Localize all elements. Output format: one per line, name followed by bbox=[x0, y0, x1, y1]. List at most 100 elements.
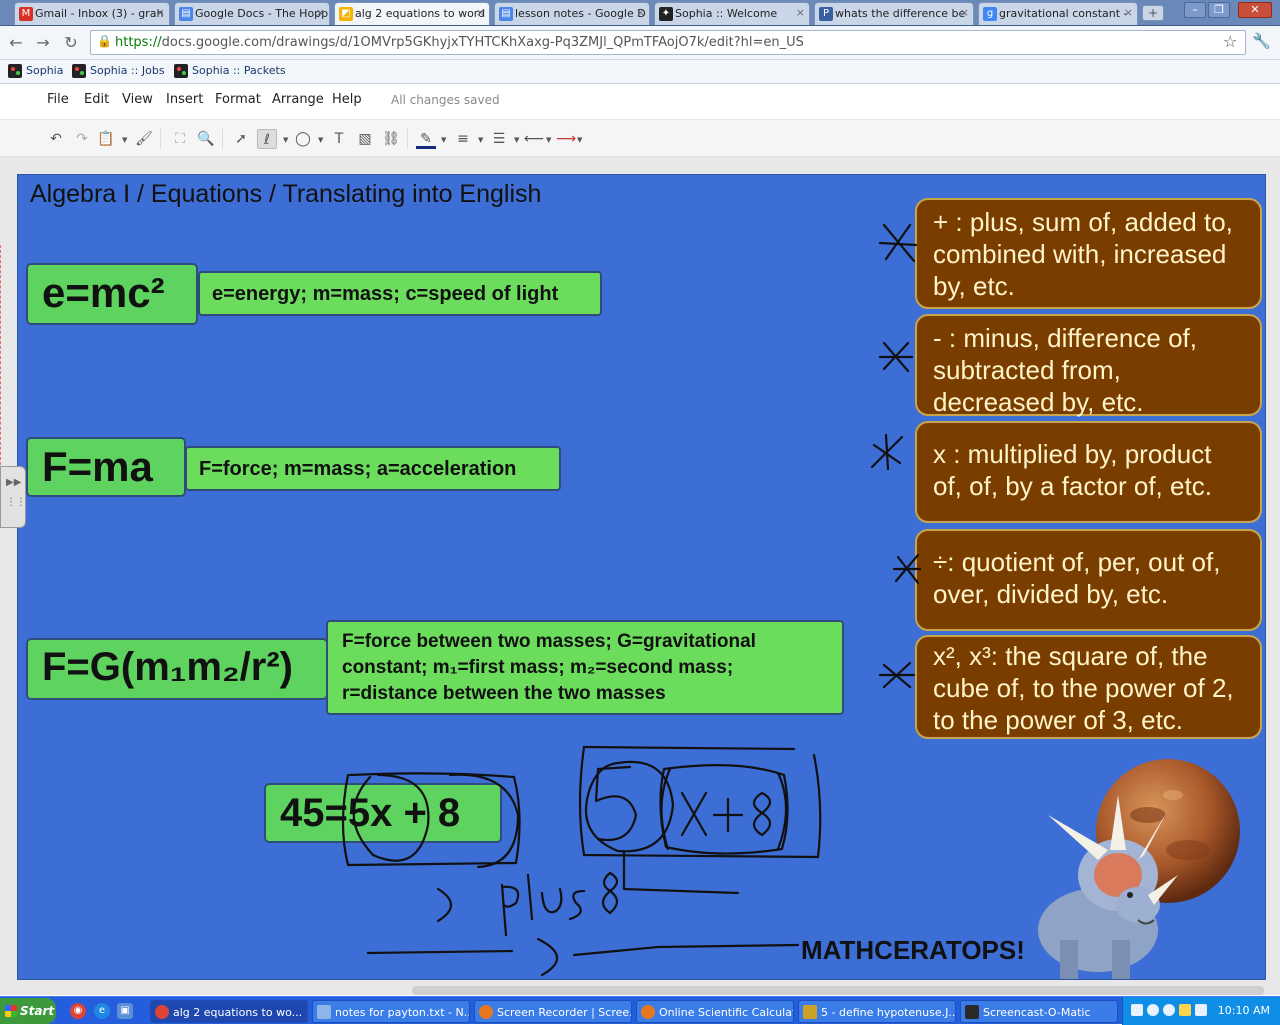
tray-icon[interactable] bbox=[1131, 1004, 1143, 1016]
chevron-down-icon[interactable]: ▼ bbox=[577, 136, 582, 144]
example-equation[interactable]: 45=5x + 8 bbox=[264, 783, 502, 843]
show-desktop-icon[interactable]: ▣ bbox=[117, 1003, 133, 1019]
chrome-icon bbox=[155, 1005, 169, 1019]
fit-icon[interactable]: ⛶ bbox=[170, 129, 190, 149]
url-input[interactable]: 🔒 https://docs.google.com/drawings/d/1OM… bbox=[90, 30, 1246, 55]
operation-multiplication[interactable]: x : multiplied by, product of, of, by a … bbox=[915, 421, 1262, 523]
bookmark-sophia-jobs[interactable]: Sophia :: Jobs bbox=[70, 64, 165, 78]
chevron-down-icon[interactable]: ▼ bbox=[441, 136, 446, 144]
tab-sophia[interactable]: ✦ Sophia :: Welcome × bbox=[654, 2, 810, 25]
formula-gravitation[interactable]: F=G(m₁m₂/r²) bbox=[26, 638, 328, 700]
start-label: Start bbox=[20, 1004, 55, 1018]
chevron-down-icon[interactable]: ▼ bbox=[283, 136, 288, 144]
bookmark-star-icon[interactable]: ☆ bbox=[1223, 32, 1237, 51]
close-icon[interactable]: × bbox=[316, 6, 325, 19]
link-icon[interactable]: ⛓ bbox=[381, 129, 401, 149]
sophia-icon: ✦ bbox=[659, 7, 673, 21]
chevron-down-icon[interactable]: ▼ bbox=[546, 136, 551, 144]
line-weight-icon[interactable]: ≡ bbox=[453, 129, 473, 149]
drawing-canvas[interactable]: Algebra I / Equations / Translating into… bbox=[17, 174, 1266, 980]
lock-icon: 🔒 bbox=[97, 34, 112, 48]
task-chrome-drawing[interactable]: alg 2 equations to wo... bbox=[150, 1000, 308, 1023]
menu-format[interactable]: Format bbox=[215, 92, 261, 107]
select-icon[interactable]: ➚ bbox=[231, 129, 251, 149]
formula-text: e=mc² bbox=[42, 269, 165, 316]
horizontal-scrollbar[interactable] bbox=[412, 986, 1264, 995]
operation-subtraction[interactable]: - : minus, difference of, subtracted fro… bbox=[915, 314, 1262, 417]
operation-powers[interactable]: x², x³: the square of, the cube of, to t… bbox=[915, 635, 1262, 739]
reload-icon[interactable]: ↻ bbox=[61, 33, 81, 53]
toolbar-divider bbox=[222, 129, 223, 149]
tab-lesson-notes[interactable]: ▤ lesson notes - Google D × bbox=[494, 2, 650, 25]
chevron-down-icon[interactable]: ▼ bbox=[318, 136, 323, 144]
forward-icon[interactable]: → bbox=[33, 33, 53, 53]
close-icon[interactable]: × bbox=[1124, 6, 1133, 19]
task-screencast[interactable]: Screencast-O-Matic bbox=[960, 1000, 1118, 1023]
close-window-icon[interactable]: ✕ bbox=[1238, 2, 1272, 18]
minimize-icon[interactable]: – bbox=[1184, 2, 1206, 18]
close-icon[interactable]: × bbox=[476, 6, 485, 19]
new-tab-button[interactable]: + bbox=[1142, 5, 1164, 21]
menu-edit[interactable]: Edit bbox=[84, 92, 109, 107]
bookmark-sophia[interactable]: Sophia bbox=[6, 64, 63, 78]
operation-division[interactable]: ÷: quotient of, per, out of, over, divid… bbox=[915, 529, 1262, 631]
shape-icon[interactable]: ◯ bbox=[293, 129, 313, 149]
scribble-icon[interactable]: ℓ bbox=[257, 129, 277, 149]
restore-icon[interactable]: ❐ bbox=[1208, 2, 1230, 18]
task-calculator[interactable]: Online Scientific Calculat... bbox=[636, 1000, 794, 1023]
side-panel-handle[interactable]: ▶▶ ⋮⋮ bbox=[0, 466, 26, 528]
tab-difference[interactable]: P whats the difference be × bbox=[814, 2, 974, 25]
menu-arrange[interactable]: Arrange bbox=[272, 92, 324, 107]
ie-icon[interactable]: e bbox=[94, 1003, 110, 1019]
operation-addition[interactable]: + : plus, sum of, added to, combined wit… bbox=[915, 198, 1262, 309]
close-icon[interactable]: × bbox=[156, 6, 165, 19]
task-screen-recorder[interactable]: Screen Recorder | Scree... bbox=[474, 1000, 632, 1023]
mascot-illustration bbox=[1038, 759, 1240, 979]
image-icon[interactable]: ▧ bbox=[355, 129, 375, 149]
chevron-down-icon[interactable]: ▼ bbox=[478, 136, 483, 144]
textbox-icon[interactable]: T bbox=[329, 129, 349, 149]
tab-drawing[interactable]: ◩ alg 2 equations to word × bbox=[334, 2, 490, 25]
tray-icon[interactable] bbox=[1179, 1004, 1191, 1016]
chrome-icon[interactable]: ◉ bbox=[70, 1003, 86, 1019]
close-icon[interactable]: × bbox=[960, 6, 969, 19]
chevron-down-icon[interactable]: ▼ bbox=[514, 136, 519, 144]
line-start-icon[interactable]: ⟵ bbox=[524, 129, 544, 149]
redo-icon[interactable]: ↷ bbox=[72, 129, 92, 149]
menu-file[interactable]: File bbox=[47, 92, 69, 107]
wrench-icon[interactable]: 🔧 bbox=[1252, 32, 1271, 50]
tray-icon[interactable] bbox=[1163, 1004, 1175, 1016]
paint-format-icon[interactable]: 🖌 bbox=[134, 129, 154, 149]
paste-icon[interactable]: 📋 bbox=[96, 129, 116, 149]
menu-view[interactable]: View bbox=[122, 92, 153, 107]
back-icon[interactable]: ← bbox=[6, 33, 26, 53]
tab-gmail[interactable]: M Gmail - Inbox (3) - grah × bbox=[14, 2, 170, 25]
task-hypotenuse[interactable]: 5 - define hypotenuse.J... bbox=[798, 1000, 956, 1023]
line-color-icon[interactable]: ✎ bbox=[416, 129, 436, 149]
tab-gravitational[interactable]: g gravitational constant - × bbox=[978, 2, 1138, 25]
bookmark-label: Sophia :: Jobs bbox=[90, 64, 165, 77]
bookmark-sophia-packets[interactable]: Sophia :: Packets bbox=[172, 64, 286, 78]
chevron-down-icon[interactable]: ▼ bbox=[122, 136, 127, 144]
line-dash-icon[interactable]: ☰ bbox=[489, 129, 509, 149]
handwritten-8 bbox=[601, 871, 619, 915]
definition-fma[interactable]: F=force; m=mass; a=acceleration bbox=[185, 446, 561, 491]
handwritten-8 bbox=[752, 791, 772, 837]
close-icon[interactable]: × bbox=[636, 6, 645, 19]
url-path: docs.google.com/drawings/d/1OMVrp5GKhyjx… bbox=[161, 35, 804, 50]
tab-google-docs[interactable]: ▤ Google Docs - The Hopp × bbox=[174, 2, 330, 25]
close-icon[interactable]: × bbox=[796, 6, 805, 19]
undo-icon[interactable]: ↶ bbox=[46, 129, 66, 149]
tray-icon[interactable] bbox=[1147, 1004, 1159, 1016]
zoom-icon[interactable]: 🔍 bbox=[196, 129, 216, 149]
definition-emc2[interactable]: e=energy; m=mass; c=speed of light bbox=[198, 271, 602, 316]
formula-fma[interactable]: F=ma bbox=[26, 437, 186, 497]
task-notepad[interactable]: notes for payton.txt - N... bbox=[312, 1000, 470, 1023]
menu-help[interactable]: Help bbox=[332, 92, 362, 107]
line-end-icon[interactable]: ⟶ bbox=[556, 129, 576, 149]
formula-emc2[interactable]: e=mc² bbox=[26, 263, 198, 325]
definition-gravitation[interactable]: F=force between two masses; G=gravitatio… bbox=[326, 620, 844, 715]
menu-insert[interactable]: Insert bbox=[166, 92, 203, 107]
start-button[interactable]: Start bbox=[0, 998, 56, 1024]
network-icon[interactable] bbox=[1195, 1004, 1207, 1016]
